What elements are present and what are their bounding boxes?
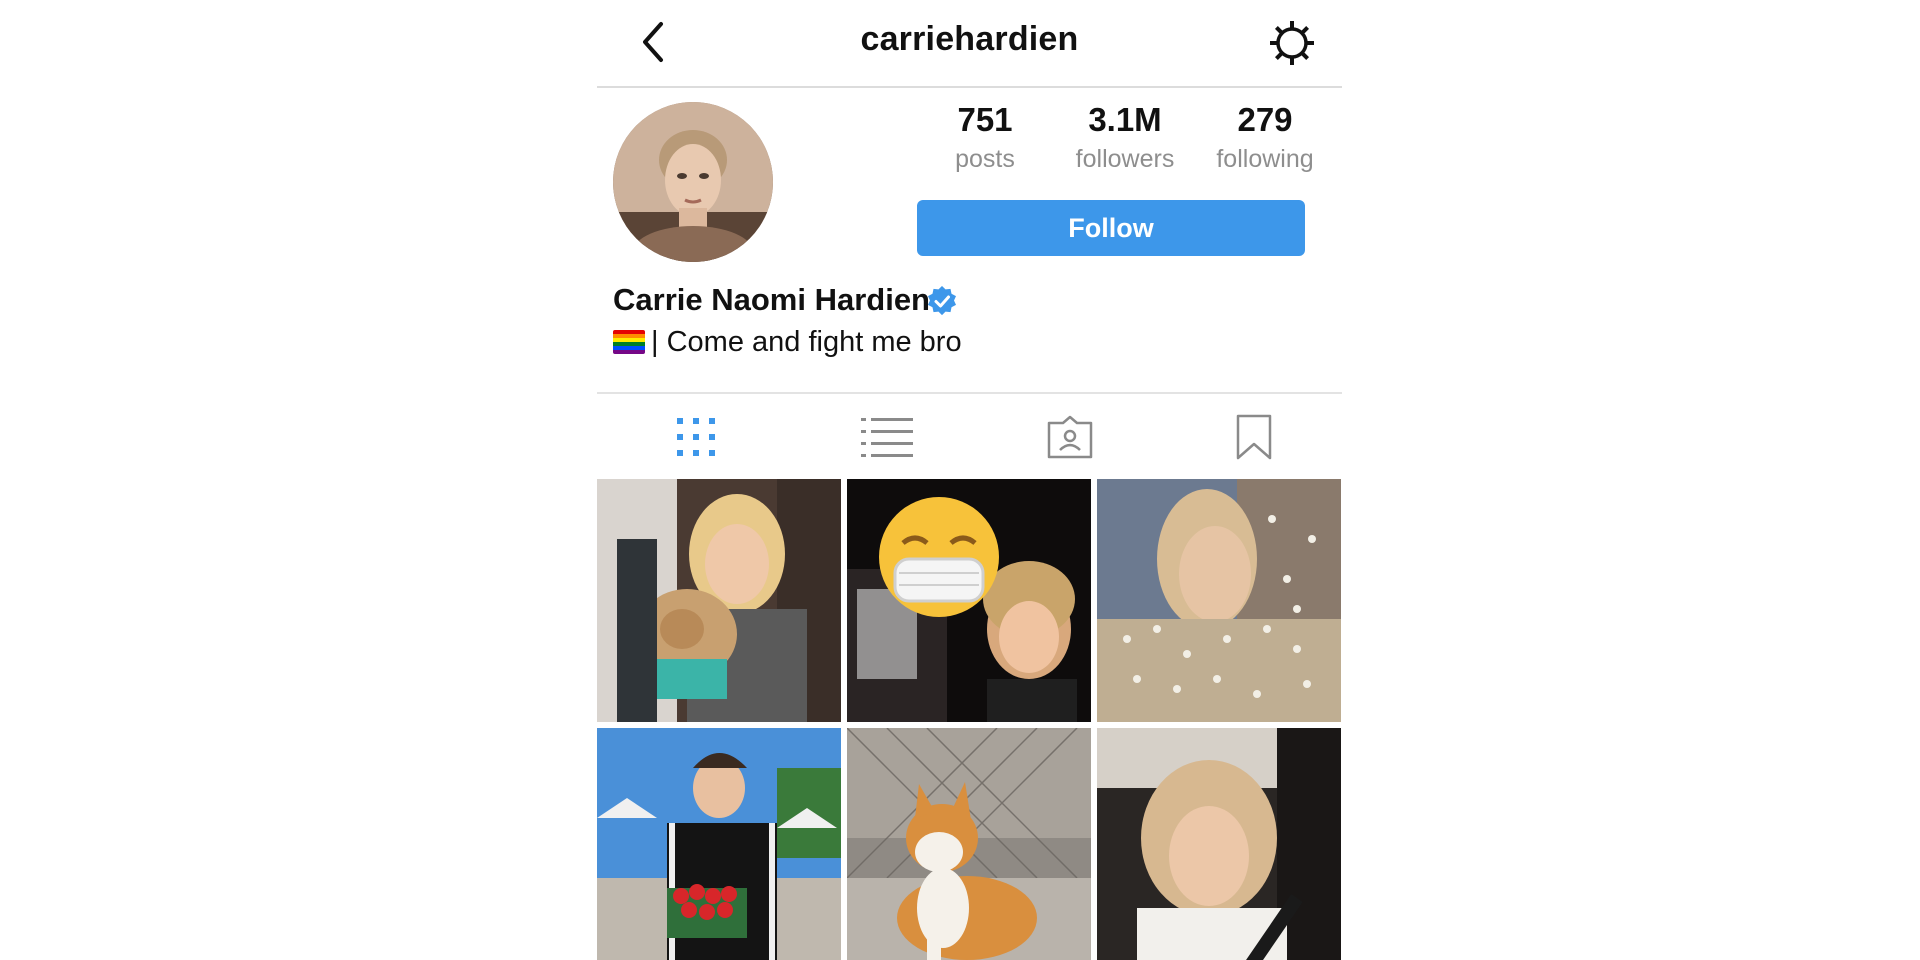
stat-followers[interactable]: 3.1M followers bbox=[1055, 100, 1195, 176]
profile-bio: | Come and fight me bro bbox=[613, 322, 962, 362]
followers-label: followers bbox=[1075, 145, 1175, 173]
list-icon bbox=[861, 418, 913, 457]
tab-list-view[interactable] bbox=[857, 414, 917, 460]
top-bar: carriehardien bbox=[597, 0, 1342, 88]
following-count: 279 bbox=[1237, 101, 1293, 138]
posts-label: posts bbox=[955, 145, 1015, 173]
profile-full-name: Carrie Naomi Hardien bbox=[613, 282, 930, 317]
profile-avatar[interactable] bbox=[613, 102, 773, 262]
follow-button[interactable]: Follow bbox=[917, 200, 1305, 256]
gear-icon bbox=[1270, 21, 1314, 65]
post-photo-girl-with-puppy[interactable] bbox=[597, 479, 841, 722]
following-label: following bbox=[1216, 145, 1314, 173]
verified-badge-icon bbox=[927, 285, 957, 316]
posts-count: 751 bbox=[957, 101, 1013, 138]
followers-count: 3.1M bbox=[1088, 101, 1162, 138]
tab-saved[interactable] bbox=[1229, 414, 1279, 460]
stat-following[interactable]: 279 following bbox=[1195, 100, 1335, 176]
post-photo-flowers-portrait[interactable] bbox=[1097, 479, 1341, 722]
tab-tagged[interactable] bbox=[1045, 414, 1095, 460]
tagged-person-icon bbox=[1047, 415, 1093, 459]
avatar-photo bbox=[613, 102, 773, 262]
profile-tabs bbox=[597, 392, 1342, 478]
post-photo-emoji-selfie[interactable] bbox=[847, 479, 1091, 722]
rainbow-flag-icon bbox=[613, 330, 645, 354]
tab-grid-view[interactable] bbox=[671, 414, 721, 460]
bio-text: | Come and fight me bro bbox=[651, 326, 962, 358]
bookmark-icon bbox=[1236, 414, 1272, 460]
post-photo-corgi[interactable] bbox=[847, 728, 1091, 960]
post-photo-boy-with-strawberries[interactable] bbox=[597, 728, 841, 960]
profile-screen: carriehardien 751 posts 3.1M followers 2… bbox=[597, 0, 1342, 960]
settings-button[interactable] bbox=[1267, 18, 1317, 68]
profile-stats: 751 posts 3.1M followers 279 following bbox=[915, 100, 1327, 190]
profile-username: carriehardien bbox=[860, 20, 1079, 58]
post-photo-car-selfie[interactable] bbox=[1097, 728, 1341, 960]
grid-icon bbox=[677, 418, 715, 456]
stat-posts[interactable]: 751 posts bbox=[915, 100, 1055, 176]
